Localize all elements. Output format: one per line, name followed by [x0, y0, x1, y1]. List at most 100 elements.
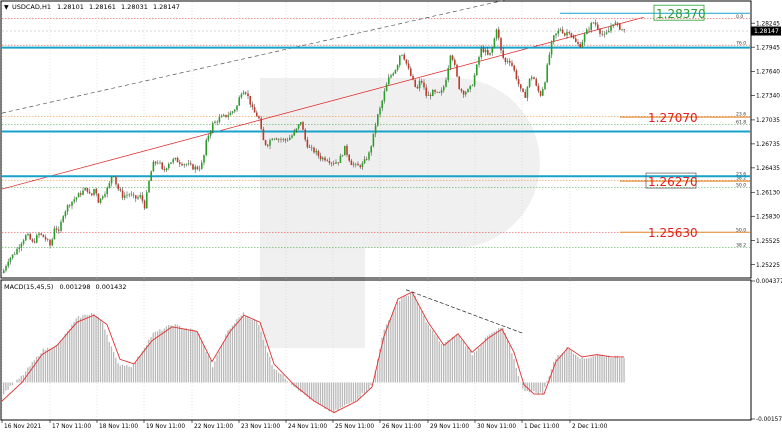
macd-histogram-bar — [315, 382, 317, 403]
candle-body — [462, 90, 465, 95]
macd-histogram-bar — [69, 329, 71, 383]
candle-body — [581, 42, 584, 48]
candle-body — [394, 69, 397, 74]
trading-chart: 0.076.023.661.823.638.250.050.038.2 1.28… — [0, 0, 782, 430]
macd-histogram-bar — [273, 369, 275, 383]
macd-histogram-bar — [302, 382, 304, 393]
candle-body — [346, 145, 348, 155]
macd-histogram-bar — [102, 322, 104, 383]
candle-body — [18, 247, 20, 249]
candle-body — [77, 193, 80, 198]
candle-body — [535, 79, 537, 86]
price-tick-label: 1.26130 — [756, 190, 780, 196]
candle-body — [196, 166, 199, 170]
candle-body — [537, 85, 540, 92]
candle-body — [374, 125, 377, 134]
candle-body — [564, 33, 566, 36]
candle-body — [359, 165, 361, 168]
macd-histogram-bar — [445, 342, 447, 383]
macd-histogram-bar — [366, 382, 368, 392]
macd-histogram-bar — [526, 382, 528, 392]
macd-histogram-bar — [104, 329, 106, 383]
macd-histogram-bar — [566, 347, 568, 383]
macd-histogram-bar — [53, 347, 55, 383]
candle-body — [471, 85, 474, 87]
macd-histogram-bar — [326, 382, 328, 409]
macd-histogram-bar — [575, 354, 577, 383]
candle-body — [366, 159, 368, 160]
macd-histogram-bar — [36, 356, 38, 383]
candle-body — [238, 97, 240, 106]
macd-histogram-bar — [108, 341, 110, 383]
candle-body — [605, 32, 608, 34]
macd-histogram-bar — [113, 351, 115, 383]
candle-body — [256, 112, 258, 117]
macd-histogram-bar — [544, 382, 546, 387]
candle-body — [22, 240, 25, 244]
macd-histogram-bar — [93, 313, 95, 383]
candle-body — [176, 157, 179, 163]
macd-histogram-bar — [242, 312, 245, 383]
candle-body — [40, 233, 42, 235]
candle-body — [592, 22, 595, 24]
svg-text:USDCAD,H1 1.28101: USDCAD,H1 1.28101 1.28161 1.28031 1.2814… — [12, 3, 180, 11]
macd-histogram-bar — [146, 344, 148, 383]
candle-body — [269, 140, 271, 146]
macd-histogram-bar — [225, 334, 227, 383]
macd-histogram-bar — [132, 364, 135, 383]
candle-body — [152, 161, 155, 172]
macd-histogram-bar — [396, 301, 399, 383]
candle-body — [55, 228, 58, 230]
candle-body — [278, 139, 280, 140]
macd-histogram-bar — [117, 363, 119, 383]
candle-body — [273, 138, 276, 140]
candle-body — [363, 159, 366, 164]
macd-histogram-bar — [20, 375, 22, 383]
macd-histogram-bar — [278, 372, 280, 383]
close-value: 1.28147 — [153, 3, 180, 11]
candle-body — [308, 147, 311, 148]
macd-histogram-bar — [570, 350, 572, 383]
macd-histogram-bar — [608, 355, 610, 383]
candle-body — [476, 64, 478, 76]
candle-body — [115, 176, 117, 185]
price-tick-label: 1.27945 — [756, 45, 780, 51]
macd-histogram-bar — [594, 355, 597, 383]
candle-body — [14, 254, 16, 255]
candle-body — [337, 162, 339, 164]
macd-histogram-bar — [143, 347, 146, 383]
macd-histogram-bar — [271, 365, 273, 383]
macd-histogram-bar — [258, 325, 260, 383]
candle-body — [322, 157, 324, 160]
macd-histogram-bar — [203, 345, 205, 383]
candle-body — [86, 187, 89, 192]
candle-body — [454, 59, 456, 65]
candle-body — [317, 151, 320, 156]
macd-histogram-bar — [436, 336, 438, 383]
time-tick-label: 26 Nov 11:00 — [382, 424, 421, 430]
candle-body — [71, 201, 73, 206]
candle-body — [392, 73, 394, 76]
macd-histogram-bar — [231, 325, 234, 383]
macd-histogram-bar — [249, 318, 251, 383]
macd-histogram-bar — [212, 367, 214, 383]
candle-body — [38, 233, 40, 236]
candle-body — [449, 55, 452, 69]
candle-body — [403, 54, 405, 60]
candle-body — [405, 59, 408, 64]
candle-body — [478, 57, 480, 65]
macd-histogram-bar — [245, 315, 247, 383]
macd-histogram-bar — [256, 321, 258, 383]
candle-body — [7, 261, 9, 267]
candle-body — [390, 75, 392, 78]
symbol-dropdown-icon[interactable]: ▼ — [4, 4, 9, 11]
macd-histogram-bar — [196, 332, 198, 383]
candle-body — [381, 100, 383, 109]
candle-body — [489, 52, 491, 55]
candle-body — [201, 162, 203, 169]
macd-histogram-bar — [493, 331, 495, 383]
macd-histogram-bar — [135, 362, 137, 383]
candle-body — [161, 162, 163, 170]
macd-histogram-bar — [333, 382, 335, 413]
candle-body — [469, 85, 471, 90]
